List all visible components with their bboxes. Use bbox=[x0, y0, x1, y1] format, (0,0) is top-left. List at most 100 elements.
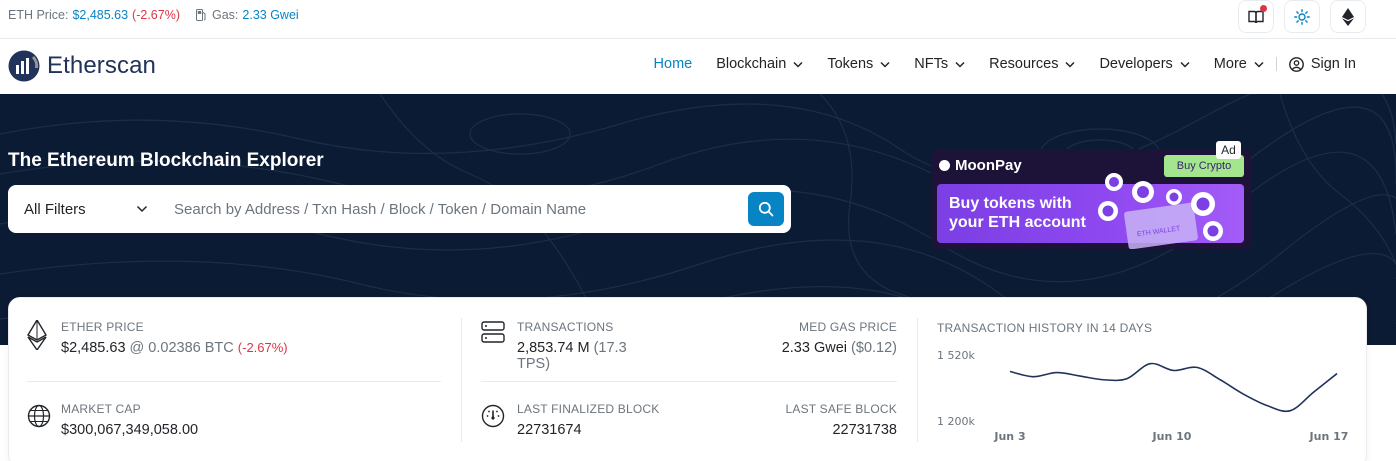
theme-toggle-button[interactable] bbox=[1284, 0, 1320, 33]
gas-link[interactable]: 2.33 Gwei bbox=[242, 8, 298, 22]
med-gas-price-usd: ($0.12) bbox=[851, 340, 897, 356]
last-safe-block-value[interactable]: 22731738 bbox=[697, 422, 897, 438]
market-cap-value: $300,067,349,058.00 bbox=[61, 422, 199, 438]
chevron-down-icon bbox=[1180, 61, 1190, 68]
ether-price-change: (-2.67%) bbox=[237, 340, 288, 355]
ethereum-icon bbox=[27, 320, 47, 350]
stats-divider bbox=[481, 381, 897, 382]
chart-series-line bbox=[1009, 362, 1338, 413]
ad-label: Ad bbox=[1216, 141, 1241, 159]
stats-card: ETHER PRICE $2,485.63 @ 0.02386 BTC (-2.… bbox=[8, 297, 1367, 461]
nav-developers-label: Developers bbox=[1099, 56, 1173, 72]
med-gas-price-cell: MED GAS PRICE 2.33 Gwei ($0.12) bbox=[697, 320, 897, 356]
stats-divider-vertical bbox=[917, 318, 918, 442]
med-gas-price-gwei[interactable]: 2.33 Gwei bbox=[782, 340, 847, 356]
hero-title: The Ethereum Blockchain Explorer bbox=[8, 150, 324, 171]
eth-price-label: ETH Price: bbox=[8, 8, 69, 22]
search-input[interactable] bbox=[158, 185, 748, 233]
docs-button[interactable] bbox=[1238, 0, 1274, 33]
chevron-down-icon bbox=[955, 61, 965, 68]
sign-in-label: Sign In bbox=[1310, 56, 1356, 72]
gas-label: Gas: bbox=[211, 8, 239, 22]
ad-headline-line-1: Buy tokens with bbox=[949, 195, 1072, 212]
transaction-history-chart[interactable]: 1 520k 1 200k Jun 3 Jun 10 Jun 17 bbox=[929, 338, 1359, 448]
nav-nfts-label: NFTs bbox=[914, 56, 949, 72]
ad-headline: Buy tokens with your ETH account bbox=[949, 194, 1086, 232]
stats-divider-vertical bbox=[461, 318, 462, 442]
last-finalized-block-label: LAST FINALIZED BLOCK bbox=[517, 402, 660, 416]
stats-divider bbox=[27, 381, 441, 382]
med-gas-price-label: MED GAS PRICE bbox=[799, 320, 897, 334]
ether-price-usd[interactable]: $2,485.63 bbox=[61, 340, 126, 356]
nav-more[interactable]: More bbox=[1214, 56, 1264, 72]
nav-blockchain[interactable]: Blockchain bbox=[716, 56, 803, 72]
logo-text: Etherscan bbox=[47, 52, 156, 79]
chevron-down-icon bbox=[136, 205, 148, 213]
ad-crypto-illustration: ETH WALLET bbox=[1098, 173, 1223, 249]
last-safe-block-cell: LAST SAFE BLOCK 22731738 bbox=[697, 402, 898, 438]
nav-more-label: More bbox=[1213, 56, 1247, 72]
user-circle-icon bbox=[1288, 56, 1304, 72]
nav-nfts[interactable]: NFTs bbox=[914, 56, 965, 72]
eth-price-change: (-2.67%) bbox=[132, 8, 180, 22]
chart-title: TRANSACTION HISTORY IN 14 DAYS bbox=[937, 321, 1153, 335]
moonpay-logo-icon bbox=[939, 160, 950, 171]
top-bar: ETH Price: $2,485.63 (-2.67%) Gas: 2.33 … bbox=[0, 0, 1396, 39]
transactions-value: 2,853.74 M (17.3 TPS) bbox=[517, 340, 661, 372]
main-nav: Home Blockchain Tokens NFTs Resources De… bbox=[630, 56, 1356, 72]
transactions-count[interactable]: 2,853.74 M bbox=[517, 340, 590, 356]
med-gas-price-value: 2.33 Gwei ($0.12) bbox=[697, 340, 897, 356]
gas-pump-icon bbox=[195, 9, 207, 21]
ether-price-btc: @ 0.02386 BTC bbox=[129, 340, 234, 356]
moonpay-brand: MoonPay bbox=[939, 157, 1022, 174]
search-filter-select[interactable]: All Filters bbox=[8, 185, 158, 233]
market-cap-label: MARKET CAP bbox=[61, 402, 141, 416]
main-header: Etherscan Home Blockchain Tokens NFTs Re… bbox=[0, 39, 1396, 94]
nav-divider bbox=[1275, 57, 1277, 71]
chart-x-tick-label: Jun 17 bbox=[1309, 430, 1349, 443]
moonpay-brand-text: MoonPay bbox=[955, 157, 1022, 174]
transactions-label: TRANSACTIONS bbox=[517, 320, 614, 334]
nav-resources[interactable]: Resources bbox=[989, 56, 1075, 72]
chevron-down-icon bbox=[1254, 61, 1264, 68]
nav-resources-label: Resources bbox=[989, 56, 1059, 72]
top-bar-stats: ETH Price: $2,485.63 (-2.67%) Gas: 2.33 … bbox=[8, 8, 299, 22]
chevron-down-icon bbox=[793, 61, 803, 68]
nav-blockchain-label: Blockchain bbox=[716, 56, 787, 72]
ether-price-cell: ETHER PRICE $2,485.63 @ 0.02386 BTC (-2.… bbox=[27, 320, 447, 356]
chart-x-tick-label: Jun 3 bbox=[993, 430, 1025, 443]
network-button[interactable] bbox=[1330, 0, 1366, 33]
search-button[interactable] bbox=[748, 192, 784, 226]
etherscan-logo-icon bbox=[8, 50, 40, 82]
ether-price-label: ETHER PRICE bbox=[61, 320, 144, 334]
eth-price-link[interactable]: $2,485.63 bbox=[72, 8, 128, 22]
last-finalized-block-value[interactable]: 22731674 bbox=[517, 422, 660, 438]
ad-headline-line-2: your ETH account bbox=[949, 214, 1086, 231]
chevron-down-icon bbox=[880, 61, 890, 68]
sign-in-link[interactable]: Sign In bbox=[1288, 56, 1356, 72]
last-safe-block-label: LAST SAFE BLOCK bbox=[785, 402, 897, 416]
chart-y-tick-label: 1 520k bbox=[937, 349, 975, 362]
search-bar: All Filters bbox=[8, 185, 791, 233]
nav-tokens-label: Tokens bbox=[827, 56, 874, 72]
server-icon bbox=[481, 321, 505, 343]
moonpay-ad-banner[interactable]: MoonPay Buy Crypto Buy tokens with your … bbox=[931, 149, 1251, 249]
sun-icon bbox=[1294, 8, 1310, 25]
last-finalized-block-cell: LAST FINALIZED BLOCK 22731674 bbox=[481, 402, 701, 438]
transactions-text: TRANSACTIONS 2,853.74 M (17.3 TPS) bbox=[517, 320, 661, 372]
chevron-down-icon bbox=[1065, 61, 1075, 68]
chart-y-tick-label: 1 200k bbox=[937, 415, 975, 428]
search-filter-value: All Filters bbox=[24, 200, 86, 218]
chart-x-tick-label: Jun 10 bbox=[1152, 430, 1192, 443]
nav-home[interactable]: Home bbox=[654, 56, 693, 72]
nav-tokens[interactable]: Tokens bbox=[827, 56, 890, 72]
ethereum-icon bbox=[1342, 7, 1354, 26]
search-icon bbox=[758, 201, 774, 217]
market-cap-cell: MARKET CAP $300,067,349,058.00 bbox=[27, 402, 447, 438]
ether-price-value: $2,485.63 @ 0.02386 BTC (-2.67%) bbox=[61, 340, 288, 356]
nav-developers[interactable]: Developers bbox=[1099, 56, 1190, 72]
market-cap-text: MARKET CAP $300,067,349,058.00 bbox=[61, 402, 198, 438]
etherscan-logo[interactable]: Etherscan bbox=[8, 50, 156, 82]
globe-icon bbox=[27, 404, 51, 428]
ether-price-text: ETHER PRICE $2,485.63 @ 0.02386 BTC (-2.… bbox=[61, 320, 288, 356]
